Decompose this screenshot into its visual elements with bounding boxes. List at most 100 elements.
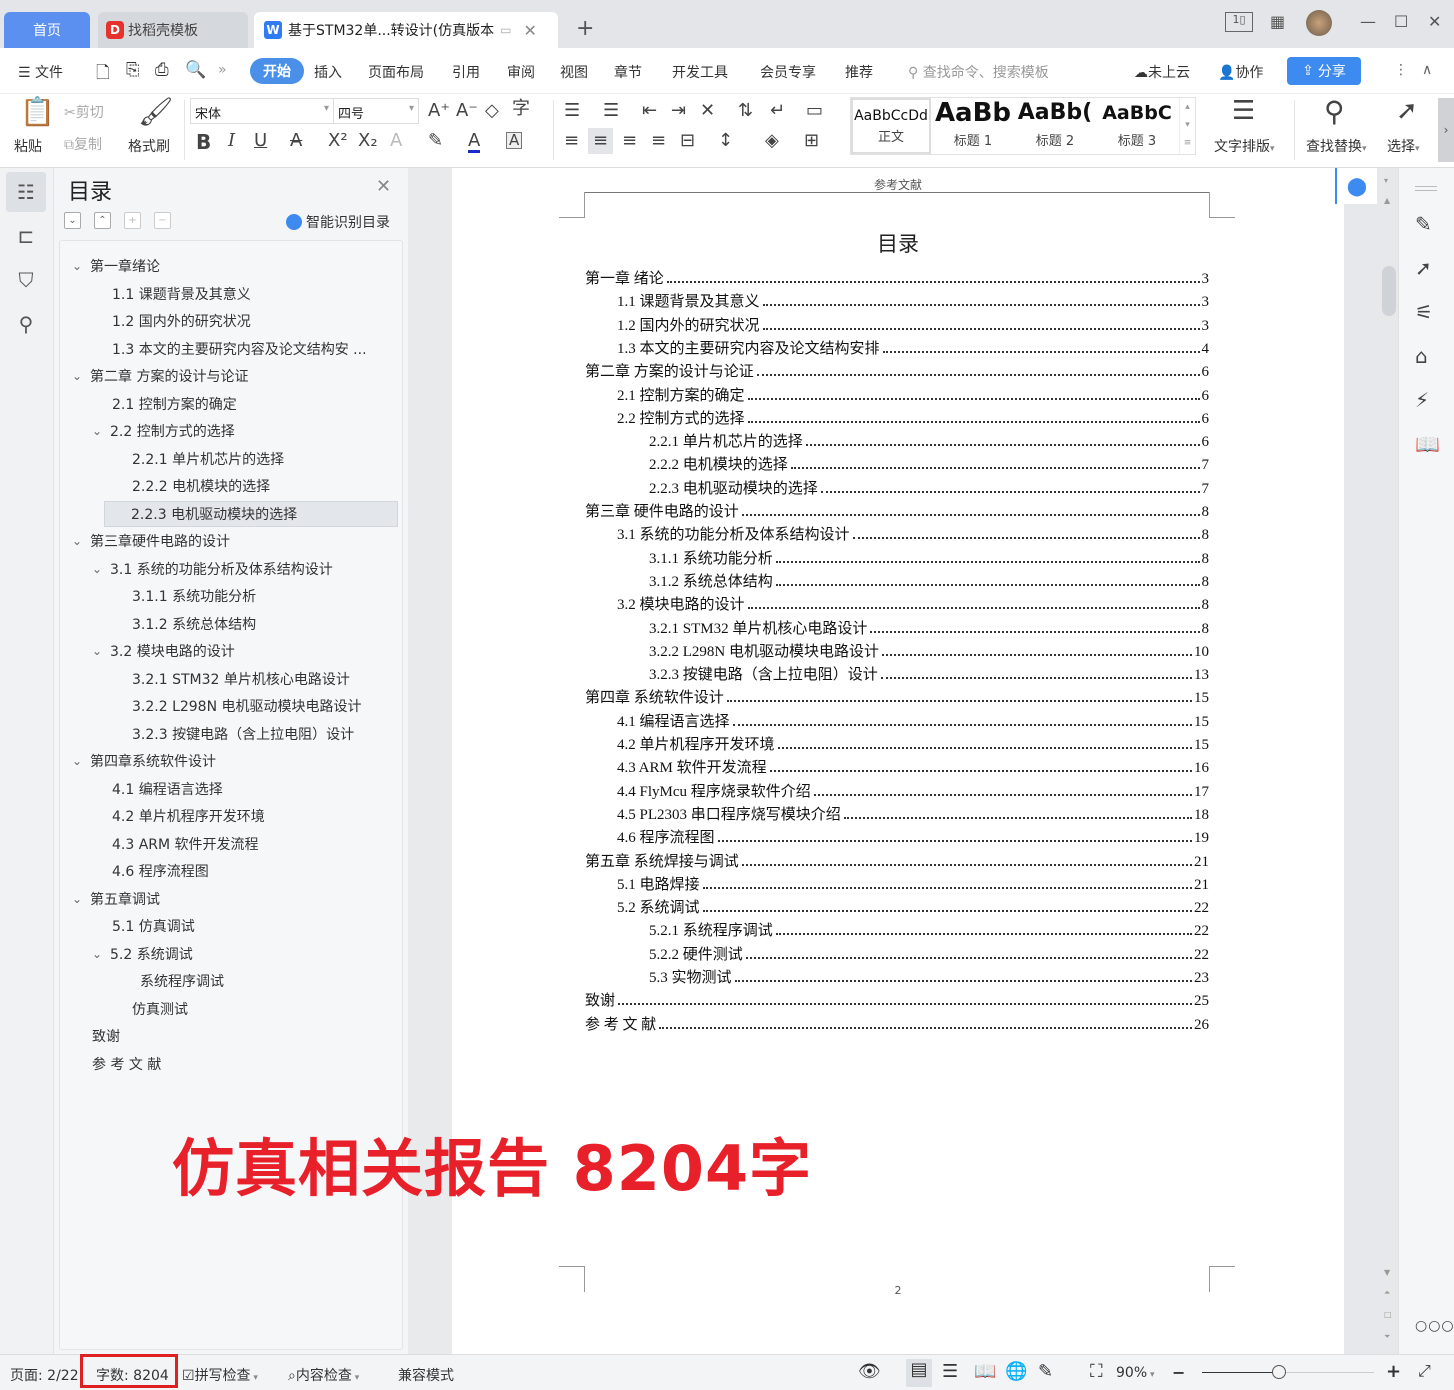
toc-panel-item[interactable]: 4.2 单片机程序开发环境 [112,803,265,829]
chevron-down-icon[interactable]: ⌄ [72,754,90,768]
borders-icon[interactable]: ⊞ [804,132,819,150]
toc-panel-item[interactable]: 4.1 编程语言选择 [112,776,223,802]
toc-panel-item[interactable]: 1.1 课题背景及其意义 [112,281,251,307]
add-heading-icon[interactable]: + [124,212,141,229]
maximize-icon[interactable]: ☐ [1394,12,1408,31]
find-icon[interactable]: ⚲ [1324,98,1345,126]
close-tab-icon[interactable]: ✕ [524,21,537,40]
shading-icon[interactable]: ◈ [765,132,779,150]
zoom-select[interactable]: 90% ▾ [1116,1365,1155,1381]
menu-view[interactable]: 视图 [560,62,588,82]
toc-entry[interactable]: 2.2.2 电机模块的选择 7 [649,452,1209,474]
ruler-icon[interactable]: ▭ [806,102,823,120]
toc-entry[interactable]: 参 考 文 献 26 [585,1012,1209,1034]
style-heading-1[interactable]: AaBb 标题 1 [933,98,1013,154]
toc-panel-item[interactable]: ⌄ 3.2 模块电路的设计 [92,638,235,664]
content-check-button[interactable]: ⌕内容检查 ▾ [288,1365,359,1385]
toc-entry[interactable]: 3.1.2 系统总体结构 8 [649,569,1209,591]
toc-panel-item[interactable]: 3.2.2 L298N 电机驱动模块电路设计 [132,693,362,719]
toc-entry[interactable]: 第三章 硬件电路的设计 8 [585,499,1209,521]
text-effect-icon[interactable]: A [390,132,402,150]
toc-entry[interactable]: 2.2.1 单片机芯片的选择 6 [649,429,1209,451]
menu-review[interactable]: 审阅 [507,62,535,82]
bookmark-icon[interactable]: ⛉ [6,260,46,300]
scrollbar-thumb[interactable] [1382,266,1396,316]
toc-entry[interactable]: 3.2.3 按键电路（含上拉电阻）设计 13 [649,662,1209,684]
toc-entry[interactable]: 5.3 实物测试 23 [649,965,1209,987]
chevron-down-icon[interactable]: ⌄ [92,424,110,438]
more-chevron-icon[interactable]: » [218,62,227,78]
next-page-icon[interactable]: ⏷ [1384,1332,1390,1342]
menu-start[interactable]: 开始 [250,58,304,84]
toc-panel-item[interactable]: ⌄ 第三章硬件电路的设计 [72,528,230,554]
toc-panel-item[interactable]: 1.3 本文的主要研究内容及论文结构安 ... [112,336,367,362]
reading-view-icon[interactable]: 📖 [974,1361,996,1382]
menu-membership[interactable]: 会员专享 [760,62,816,82]
export-pdf-icon[interactable]: ⎘ [126,60,140,80]
share-button[interactable]: ⇪ 分享 [1287,57,1361,85]
select-browse-object-icon[interactable]: □ [1384,1310,1392,1319]
fit-page-icon[interactable]: ⛶ [1090,1361,1103,1382]
toc-panel-item[interactable]: 2.2.1 单片机芯片的选择 [132,446,284,472]
toc-entry[interactable]: 5.2 系统调试 22 [617,895,1209,917]
decrease-indent-icon[interactable]: ⇤ [642,102,657,120]
chevron-down-icon[interactable]: ⌄ [72,534,90,548]
toc-entry[interactable]: 2.1 控制方案的确定 6 [617,383,1209,405]
menu-references[interactable]: 引用 [452,62,480,82]
chevron-down-icon[interactable]: ⌄ [72,259,90,273]
zoom-slider-knob[interactable] [1272,1365,1287,1379]
toc-entry[interactable]: 4.4 FlyMcu 程序烧录软件介绍 17 [617,779,1209,801]
chevron-down-icon[interactable]: ⌄ [72,369,90,383]
toc-entry[interactable]: 3.1 系统的功能分析及体系结构设计 8 [617,522,1209,544]
toc-entry[interactable]: 第一章 绪论 3 [585,266,1209,288]
toc-entry[interactable]: 4.6 程序流程图 19 [617,825,1209,847]
toc-panel-item[interactable]: 3.1.1 系统功能分析 [132,583,256,609]
toc-entry[interactable]: 第二章 方案的设计与论证 6 [585,359,1209,381]
toc-entry[interactable]: 4.2 单片机程序开发环境 15 [617,732,1209,754]
toc-entry[interactable]: 4.1 编程语言选择 15 [617,709,1209,731]
cut-button[interactable]: ✂剪切 [64,102,104,122]
toc-panel-item[interactable]: ⌄ 5.2 系统调试 [92,941,193,967]
phonetic-guide-icon[interactable]: 字 [512,100,530,118]
toc-panel-item[interactable]: 3.2.1 STM32 单片机核心电路设计 [132,666,350,692]
more-tools-icon[interactable]: ○○○ [1415,1318,1454,1334]
toc-panel-item[interactable]: ⌄ 第五章调试 [72,886,160,912]
chevron-down-icon[interactable]: ⌄ [92,947,110,961]
zoom-slider[interactable] [1202,1365,1374,1379]
collab-button[interactable]: 👤协作 [1218,62,1263,82]
menu-chapter[interactable]: 章节 [614,62,642,82]
chevron-down-icon[interactable]: ⌄ [92,562,110,576]
zoom-in-button[interactable]: + [1386,1361,1401,1382]
highlight-icon[interactable]: ✎ [428,132,443,150]
search-icon[interactable]: ⚲ [6,304,46,344]
page-view-icon[interactable]: ▤ [906,1359,932,1387]
toc-panel-item[interactable]: 1.2 国内外的研究状况 [112,308,251,334]
reading-mode-icon[interactable]: 1▯ [1225,12,1253,32]
page-indicator[interactable]: 页面: 2/22 [10,1365,79,1385]
font-color-icon[interactable]: A [468,132,481,153]
ribbon-scroll-right[interactable]: › [1438,98,1454,162]
toc-entry[interactable]: 3.1.1 系统功能分析 8 [649,546,1209,568]
toc-entry[interactable]: 5.1 电路焊接 21 [617,872,1209,894]
collapse-ribbon-icon[interactable]: ∧ [1422,62,1432,78]
style-scroll[interactable]: ▴ ▾ ≡ [1179,98,1195,154]
sort-icon[interactable]: ⇅ [738,102,753,120]
read-search-icon[interactable]: 📖 [1415,432,1440,456]
paste-icon[interactable]: 📋 [20,98,55,126]
align-left-icon[interactable]: ≡ [564,132,579,150]
minimize-icon[interactable]: — [1360,12,1376,31]
justify-icon[interactable]: ≡ [651,132,666,150]
toc-entry[interactable]: 2.2.3 电机驱动模块的选择 7 [649,476,1209,498]
numbering-icon[interactable]: ☰ [603,102,619,120]
menu-recommend[interactable]: 推荐 [845,62,873,82]
toc-panel-item[interactable]: 系统程序调试 [140,968,224,994]
toc-panel-item[interactable]: ⌄ 第一章绪论 [72,253,160,279]
avatar[interactable] [1306,10,1332,36]
chinese-layout-icon[interactable]: ✕ [700,102,715,120]
print-icon[interactable]: ⎙ [155,60,169,80]
expand-all-icon[interactable]: ⌄ [64,212,81,229]
spell-check-button[interactable]: ☑拼写检查 ▾ [182,1365,258,1385]
style-heading-3[interactable]: AaBbC 标题 3 [1097,98,1177,154]
ai-bulb-icon[interactable]: ⚡ [1415,388,1429,412]
italic-icon[interactable]: I [228,132,235,150]
